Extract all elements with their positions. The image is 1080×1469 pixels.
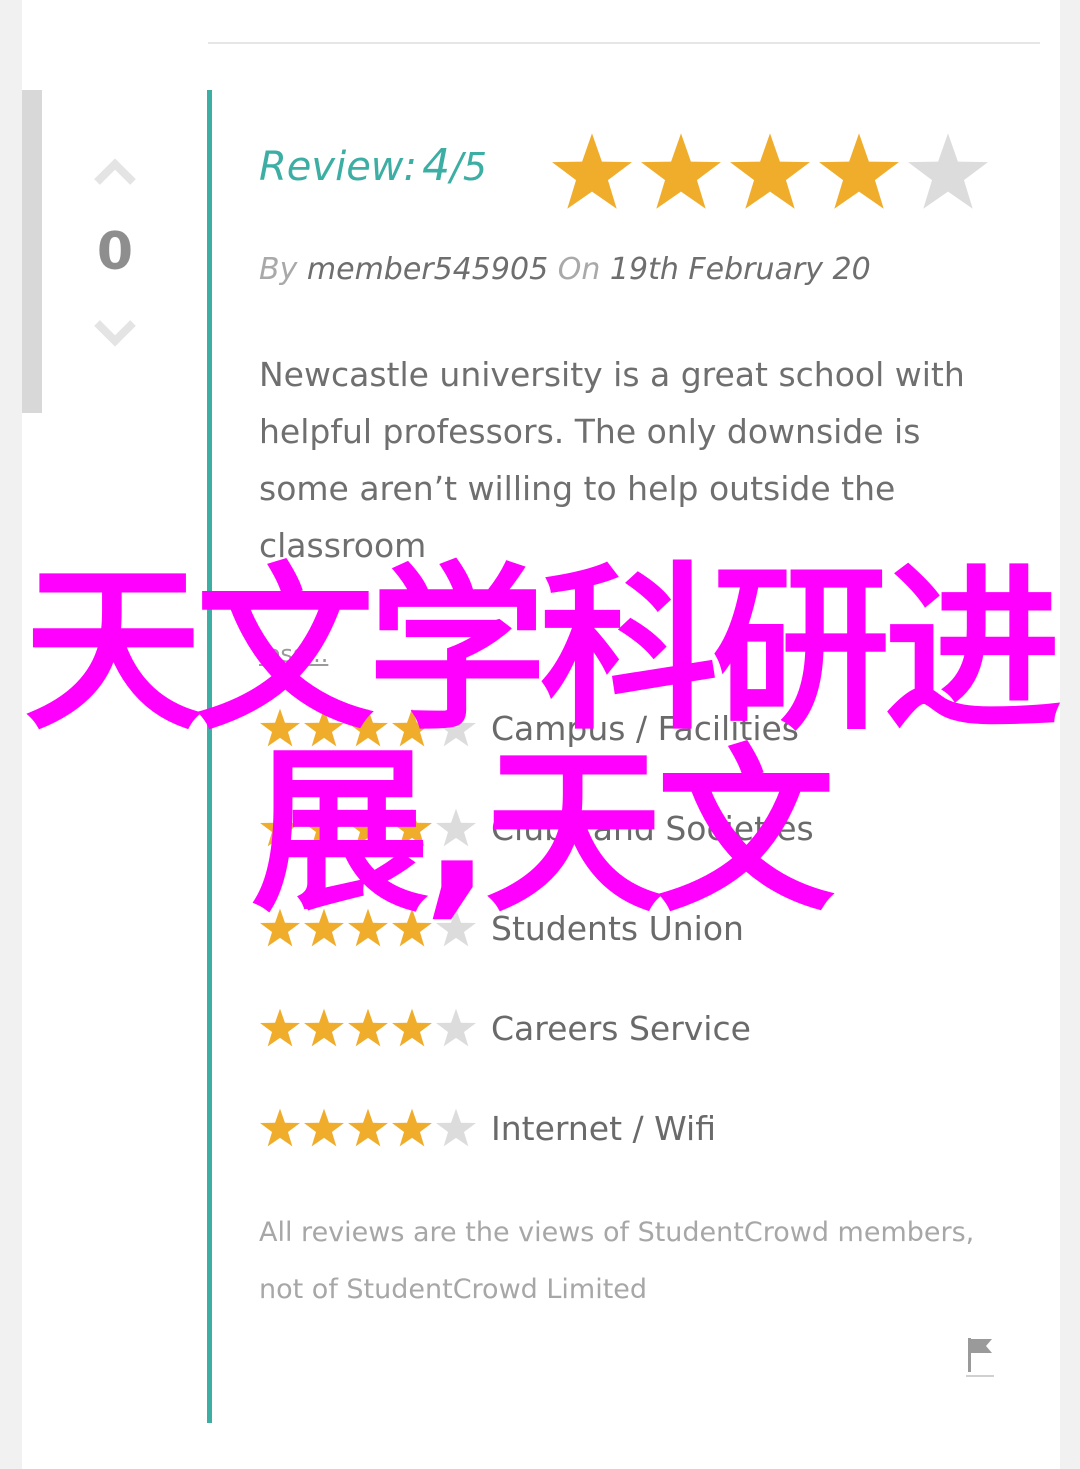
star-filled-icon <box>348 708 388 747</box>
star-filled-icon <box>730 133 810 209</box>
star-filled-icon <box>348 1108 388 1147</box>
star-empty-icon <box>436 1008 476 1047</box>
flag-icon[interactable] <box>964 1336 996 1378</box>
star-filled-icon <box>260 1108 300 1147</box>
star-filled-icon <box>304 1008 344 1047</box>
byline: By member545905 On 19th February 20 <box>259 252 871 287</box>
review-label: Review: <box>259 144 417 190</box>
star-empty-icon <box>436 908 476 947</box>
star-empty-icon <box>436 1108 476 1147</box>
star-filled-icon <box>392 1108 432 1147</box>
star-empty-icon <box>908 133 988 209</box>
overall-rating-stars <box>550 130 990 214</box>
star-empty-icon <box>436 808 476 847</box>
star-filled-icon <box>304 808 344 847</box>
category-stars <box>259 907 477 949</box>
category-label: Internet / Wifi <box>491 1108 716 1148</box>
chevron-up-icon[interactable] <box>92 150 138 190</box>
review-score: 4 <box>422 140 451 191</box>
divider <box>208 42 1040 44</box>
category-label: Campus / Facilities <box>491 708 799 748</box>
category-label: Students Union <box>491 908 744 948</box>
star-filled-icon <box>348 908 388 947</box>
category-stars <box>259 1007 477 1049</box>
star-filled-icon <box>260 708 300 747</box>
on-label: On <box>557 252 601 287</box>
category-row: Careers Service <box>259 1003 751 1053</box>
star-filled-icon <box>392 908 432 947</box>
accent-line <box>207 90 212 1423</box>
review-title: Review: 4/5 <box>259 140 487 191</box>
vote-count: 0 <box>96 222 134 282</box>
star-filled-icon <box>260 808 300 847</box>
by-label: By <box>259 252 298 287</box>
less-link[interactable]: less... <box>259 640 328 668</box>
category-stars <box>259 807 477 849</box>
category-label: Careers Service <box>491 1008 751 1048</box>
category-row: Campus / Facilities <box>259 703 799 753</box>
disclaimer: All reviews are the views of StudentCrow… <box>259 1217 975 1305</box>
category-stars <box>259 707 477 749</box>
review-body: Newcastle university is a great school w… <box>259 355 965 565</box>
star-filled-icon <box>392 808 432 847</box>
category-row: Internet / Wifi <box>259 1103 716 1153</box>
star-filled-icon <box>260 908 300 947</box>
star-filled-icon <box>304 708 344 747</box>
chevron-down-icon[interactable] <box>92 315 138 355</box>
star-filled-icon <box>392 708 432 747</box>
category-label: Clubs and Societies <box>491 808 814 848</box>
vote-bar <box>22 90 42 413</box>
star-filled-icon <box>348 1008 388 1047</box>
review-date: 19th February 20 <box>609 252 871 287</box>
category-stars <box>259 1107 477 1149</box>
star-filled-icon <box>641 133 721 209</box>
star-filled-icon <box>392 1008 432 1047</box>
star-filled-icon <box>304 1108 344 1147</box>
category-row: Students Union <box>259 903 744 953</box>
star-empty-icon <box>436 708 476 747</box>
star-filled-icon <box>348 808 388 847</box>
star-filled-icon <box>819 133 899 209</box>
star-filled-icon <box>552 133 632 209</box>
star-filled-icon <box>260 1008 300 1047</box>
star-filled-icon <box>304 908 344 947</box>
review-out-of: /5 <box>450 145 488 189</box>
author-name[interactable]: member545905 <box>307 252 548 287</box>
category-row: Clubs and Societies <box>259 803 814 853</box>
